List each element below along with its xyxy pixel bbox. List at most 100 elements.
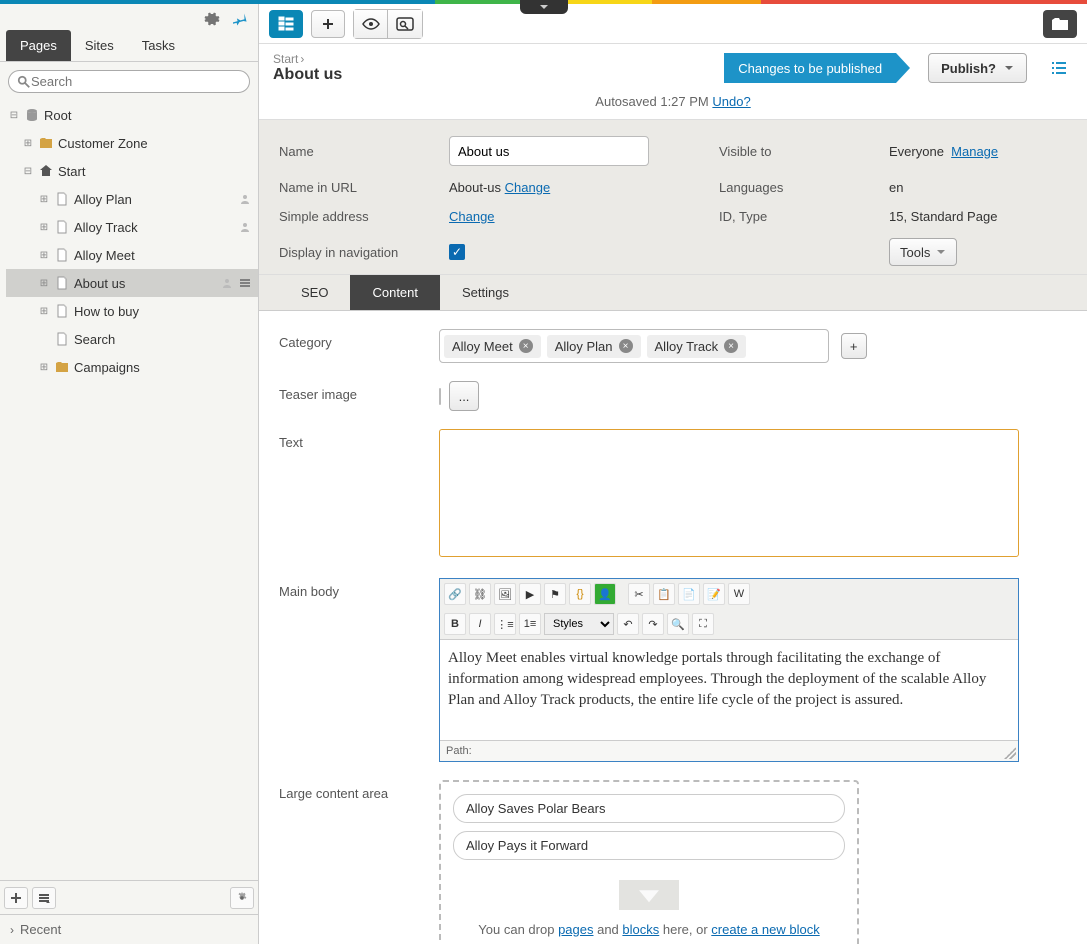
status-indicator[interactable]: Changes to be published (724, 53, 896, 83)
page-icon (54, 247, 70, 263)
view-mode-button[interactable] (388, 10, 422, 38)
category-tag: Alloy Meet× (444, 335, 541, 358)
search-input[interactable] (8, 70, 250, 93)
add-page-button[interactable] (4, 887, 28, 909)
rte-undo-icon[interactable]: ↶ (617, 613, 639, 635)
tree-toggle-button[interactable] (269, 10, 303, 38)
tree-node-campaigns[interactable]: ⊞Campaigns (6, 353, 258, 381)
tree-label: Root (44, 108, 254, 123)
category-tagbox[interactable]: Alloy Meet×Alloy Plan×Alloy Track× (439, 329, 829, 363)
remove-tag-icon[interactable]: × (724, 339, 738, 353)
url-change-link[interactable]: Change (505, 180, 551, 195)
expand-icon[interactable]: ⊟ (22, 166, 34, 177)
tab-sites[interactable]: Sites (71, 30, 128, 61)
content-area-item[interactable]: Alloy Saves Polar Bears (453, 794, 845, 823)
add-category-button[interactable]: + (841, 333, 867, 359)
teaser-label: Teaser image (279, 381, 439, 411)
rte-cut-icon[interactable]: ✂ (628, 583, 650, 605)
options-list-icon[interactable] (1045, 54, 1073, 82)
tree-node-alloy-track[interactable]: ⊞Alloy Track (6, 213, 258, 241)
content-area-item[interactable]: Alloy Pays it Forward (453, 831, 845, 860)
rte-copy-icon[interactable]: 📋 (653, 583, 675, 605)
tree-node-customer-zone[interactable]: ⊞Customer Zone (6, 129, 258, 157)
url-value: About-us (449, 180, 501, 195)
content-area-dropzone[interactable]: Alloy Saves Polar Bears Alloy Pays it For… (439, 780, 859, 944)
page-icon (54, 219, 70, 235)
undo-link[interactable]: Undo? (712, 94, 750, 109)
expand-icon[interactable]: ⊟ (8, 110, 20, 121)
remove-tag-icon[interactable]: × (619, 339, 633, 353)
expand-icon[interactable]: ⊞ (38, 250, 50, 261)
rte-search-icon[interactable]: 🔍 (667, 613, 689, 635)
rte-content[interactable]: Alloy Meet enables virtual knowledge por… (440, 640, 1018, 740)
teaser-input[interactable] (439, 388, 441, 405)
text-label: Text (279, 429, 439, 560)
rte-fullscreen-icon[interactable]: ⛶ (692, 613, 714, 635)
manage-link[interactable]: Manage (951, 144, 998, 159)
create-block-link[interactable]: create a new block (711, 922, 819, 937)
lca-label: Large content area (279, 780, 439, 944)
rte-dynamic-icon[interactable]: ⚑ (544, 583, 566, 605)
rte-ol-icon[interactable]: 1≡ (519, 613, 541, 635)
preview-button[interactable] (354, 10, 388, 38)
text-textarea[interactable] (439, 429, 1019, 557)
tree-node-how-to-buy[interactable]: ⊞How to buy (6, 297, 258, 325)
tab-pages[interactable]: Pages (6, 30, 71, 61)
tab-content[interactable]: Content (350, 275, 440, 310)
rte-styles-select[interactable]: Styles (544, 613, 614, 635)
rte-image-icon[interactable]: 🖼 (494, 583, 516, 605)
main-toolbar (259, 4, 1087, 44)
recent-panel-toggle[interactable]: › Recent (0, 914, 258, 944)
simple-label: Simple address (279, 209, 439, 224)
teaser-browse-button[interactable]: ... (449, 381, 479, 411)
rte-personalize-icon[interactable]: 👤 (594, 583, 616, 605)
remove-tag-icon[interactable]: × (519, 339, 533, 353)
assets-toggle-button[interactable] (1043, 10, 1077, 38)
tools-dropdown[interactable]: Tools (889, 238, 957, 266)
expand-icon[interactable]: ⊞ (38, 222, 50, 233)
rte-link-icon[interactable]: 🔗 (444, 583, 466, 605)
simple-change-link[interactable]: Change (449, 209, 495, 224)
add-button[interactable] (311, 10, 345, 38)
tab-seo[interactable]: SEO (279, 275, 350, 310)
rte-code-icon[interactable]: {} (569, 583, 591, 605)
tab-tasks[interactable]: Tasks (128, 30, 189, 61)
breadcrumb[interactable]: Start› (273, 52, 714, 66)
expand-icon[interactable]: ⊞ (38, 306, 50, 317)
drop-pages-link[interactable]: pages (558, 922, 593, 937)
drop-blocks-link[interactable]: blocks (622, 922, 659, 937)
rte-pasteword-icon[interactable]: W (728, 583, 750, 605)
tab-settings[interactable]: Settings (440, 275, 531, 310)
tree-node-alloy-meet[interactable]: ⊞Alloy Meet (6, 241, 258, 269)
rte-unlink-icon[interactable]: ⛓ (469, 583, 491, 605)
expand-icon[interactable]: ⊞ (38, 194, 50, 205)
display-nav-checkbox[interactable]: ✓ (449, 244, 465, 260)
rte-resize-handle[interactable] (1004, 747, 1016, 759)
settings-icon[interactable] (200, 8, 224, 30)
expand-icon[interactable]: ⊞ (38, 278, 50, 289)
tree-node-alloy-plan[interactable]: ⊞Alloy Plan (6, 185, 258, 213)
tree-node-start[interactable]: ⊟Start (6, 157, 258, 185)
page-icon (54, 191, 70, 207)
rte-paste-icon[interactable]: 📄 (678, 583, 700, 605)
rte-pastetext-icon[interactable]: 📝 (703, 583, 725, 605)
tree-node-search[interactable]: Search (6, 325, 258, 353)
lang-label: Languages (719, 180, 879, 195)
name-input[interactable] (449, 136, 649, 166)
rte-ul-icon[interactable]: ⋮≡ (494, 613, 516, 635)
tree-label: Search (74, 332, 254, 347)
pin-icon[interactable] (228, 8, 252, 30)
rte-redo-icon[interactable]: ↷ (642, 613, 664, 635)
tree-node-root[interactable]: ⊟ Root (6, 101, 258, 129)
settings-bottom-icon[interactable] (230, 887, 254, 909)
rte-italic-icon[interactable]: I (469, 613, 491, 635)
expand-icon[interactable]: ⊞ (22, 138, 34, 149)
menu-button[interactable] (32, 887, 56, 909)
menu-icon[interactable] (236, 277, 254, 289)
category-label: Category (279, 329, 439, 363)
rte-bold-icon[interactable]: B (444, 613, 466, 635)
expand-icon[interactable]: ⊞ (38, 362, 50, 373)
tree-node-about-us[interactable]: ⊞About us (6, 269, 258, 297)
rte-media-icon[interactable]: ▶ (519, 583, 541, 605)
publish-button[interactable]: Publish? (928, 53, 1027, 83)
